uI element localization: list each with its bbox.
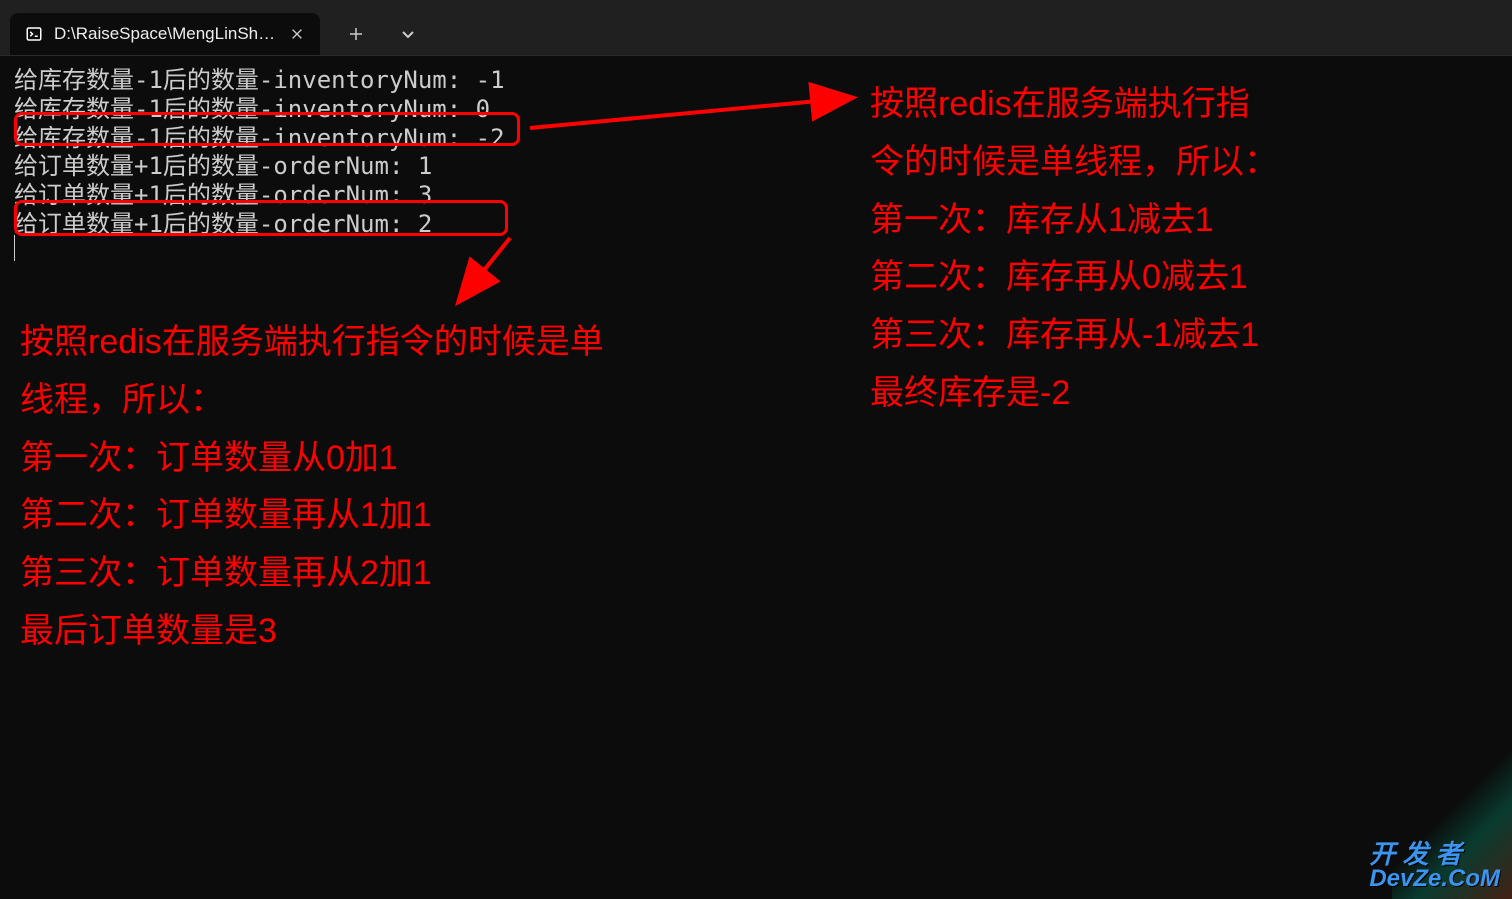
annotation-line: 线程，所以： [20, 372, 820, 430]
annotation-line: 最后订单数量是3 [20, 603, 820, 661]
terminal-icon [24, 24, 44, 44]
annotation-line: 按照redis在服务端执行指令的时候是单 [20, 314, 820, 372]
annotation-line: 最终库存是-2 [870, 365, 1470, 423]
annotation-line: 第二次：库存再从0减去1 [870, 249, 1470, 307]
watermark-top: 开 发 者 [1369, 841, 1500, 867]
annotation-line: 第三次：库存再从-1减去1 [870, 307, 1470, 365]
terminal-cursor [14, 235, 15, 261]
annotation-line: 第二次：订单数量再从1加1 [20, 487, 820, 545]
annotation-inventory: 按照redis在服务端执行指 令的时候是单线程，所以： 第一次：库存从1减去1 … [870, 76, 1470, 423]
annotation-line: 按照redis在服务端执行指 [870, 76, 1470, 134]
annotation-order: 按照redis在服务端执行指令的时候是单 线程，所以： 第一次：订单数量从0加1… [20, 314, 820, 661]
titlebar-actions [344, 13, 420, 55]
annotation-line: 令的时候是单线程，所以： [870, 134, 1470, 192]
tab-title: D:\RaiseSpace\MengLinShopp [54, 24, 278, 44]
terminal-tab[interactable]: D:\RaiseSpace\MengLinShopp [10, 13, 320, 55]
annotation-line: 第一次：库存从1减去1 [870, 192, 1470, 250]
close-tab-button[interactable] [288, 25, 306, 43]
new-tab-button[interactable] [344, 22, 368, 46]
watermark: 开 发 者 DevZe.CoM [1369, 841, 1500, 891]
titlebar: D:\RaiseSpace\MengLinShopp [0, 0, 1512, 56]
watermark-bottom: DevZe.CoM [1369, 867, 1500, 891]
annotation-line: 第一次：订单数量从0加1 [20, 430, 820, 488]
annotation-line: 第三次：订单数量再从2加1 [20, 545, 820, 603]
tab-dropdown-button[interactable] [396, 22, 420, 46]
